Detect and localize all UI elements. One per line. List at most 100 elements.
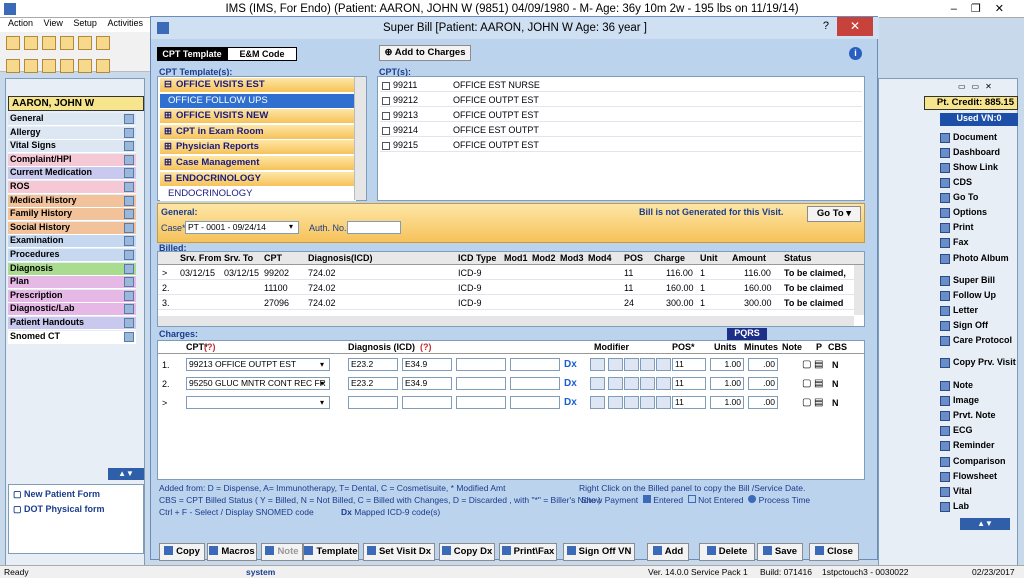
left-nav-item[interactable]: Diagnostic/Lab [8,303,136,317]
charge-modifier-input[interactable] [624,396,639,409]
toolbar-icon[interactable] [6,36,20,50]
left-nav-item[interactable]: Complaint/HPI [8,153,136,167]
right-nav-item[interactable]: Follow Up [940,290,1018,301]
left-nav-item[interactable]: Current Medication [8,167,136,181]
charge-dx4-input[interactable] [510,396,560,409]
charge-modifier-input[interactable] [656,358,671,371]
cpt-template-item[interactable]: ⊞ Physician Reports [160,140,356,155]
charge-modifier-input[interactable] [640,396,655,409]
charge-cpt-input[interactable] [186,396,330,409]
charge-pos-input[interactable]: 11 [672,396,706,409]
charge-pos-input[interactable]: 11 [672,377,706,390]
cpt-template-item[interactable]: ⊞ CPT in Exam Room [160,124,356,139]
left-nav-item[interactable]: Snomed CT [8,330,136,344]
charge-row[interactable]: 1. 99213 OFFICE OUTPT EST ▾ E23.2 E34.9 Dx 11 1… [158,357,864,374]
billed-scrollbar[interactable] [854,265,864,315]
left-scroll-arrows[interactable]: ▲▼ [108,468,144,480]
toolbar-icon[interactable] [96,59,110,73]
note-icon[interactable]: ▢ [802,359,811,370]
left-nav-item[interactable]: Examination [8,235,136,249]
charge-cpt-dropdown-icon[interactable]: ▾ [320,398,324,407]
charge-minutes-input[interactable]: .00 [748,396,778,409]
cpt-template-item[interactable]: ⊟ ENDOCRINOLOGY [160,171,356,186]
charge-modifier-input[interactable] [656,396,671,409]
left-nav-item[interactable]: General [8,113,136,126]
cpt-template-item[interactable]: ⊟ OFFICE VISITS EST [160,78,356,92]
left-nav-item[interactable]: Patient Handouts [8,317,136,330]
right-nav-item[interactable]: Print [940,222,1018,233]
charge-dx2-input[interactable]: E34.9 [402,358,452,371]
right-nav-item[interactable]: Prvt. Note [940,410,1018,421]
charge-modifier-input[interactable] [608,377,623,390]
toolbar-icon[interactable] [24,36,38,50]
add-button[interactable]: Add [647,543,689,561]
info-icon[interactable]: i [849,47,862,60]
cpt-row[interactable]: 99211 OFFICE EST NURSE [380,78,862,92]
goto-button[interactable]: Go To ▾ [807,206,861,222]
left-nav-item[interactable]: Social History [8,221,136,235]
right-nav-item[interactable]: CDS [940,177,1018,188]
left-nav-item[interactable]: Family History [8,208,136,222]
charge-row[interactable]: > ▾ Dx 11 1.00 .00 ▢ ▤ N [158,395,864,412]
tree-toggle-icon[interactable]: ⊞ [164,141,172,152]
right-nav-item[interactable]: Sign Off [940,320,1018,331]
print-icon[interactable]: ▤ [814,359,823,370]
toolbar-icon[interactable] [60,36,74,50]
note-button[interactable]: Note [261,543,303,561]
charge-dx4-input[interactable] [510,377,560,390]
cpt-checkbox[interactable] [382,96,390,105]
print-fax-button[interactable]: Print\Fax [499,543,557,561]
cpt-template-item[interactable]: OFFICE FOLLOW UPS [160,93,356,108]
toolbar-icon[interactable] [78,59,92,73]
right-nav-item[interactable]: Photo Album [940,253,1018,264]
cpt-row[interactable]: 99215 OFFICE OUTPT EST [380,138,862,152]
charge-cpt-input[interactable]: 99213 OFFICE OUTPT EST [186,358,330,371]
charge-modifier-input[interactable] [590,358,605,371]
right-nav-item[interactable]: Super Bill [940,275,1018,286]
case-dropdown-icon[interactable]: ▾ [289,222,293,231]
right-nav-item[interactable]: ECG [940,425,1018,436]
toolbar-icon[interactable] [6,59,20,73]
charge-dx3-input[interactable] [456,358,506,371]
left-nav-item[interactable]: Vital Signs [8,140,136,154]
tree-toggle-icon[interactable]: ⊟ [164,173,172,184]
toolbar-icon[interactable] [78,36,92,50]
charge-dx3-input[interactable] [456,377,506,390]
tab-cpt-template[interactable]: CPT Template [157,47,227,61]
cpt-template-item[interactable]: ⊞ OFFICE VISITS NEW [160,109,356,124]
note-icon[interactable]: ▢ [802,397,811,408]
form-new-patient[interactable]: ▢ New Patient Form [9,485,143,504]
charge-minutes-input[interactable]: .00 [748,377,778,390]
right-window-controls[interactable]: ▭▭✕ [958,82,1014,92]
right-nav-item[interactable]: Care Protocol [940,335,1018,346]
cpt-row[interactable]: 99213 OFFICE OUTPT EST [380,108,862,122]
menu-view[interactable]: View [44,18,63,28]
right-scroll-arrows[interactable]: ▲▼ [960,518,1010,530]
charge-modifier-input[interactable] [640,377,655,390]
charge-dx4-input[interactable] [510,358,560,371]
charge-modifier-input[interactable] [590,396,605,409]
menu-setup[interactable]: Setup [73,18,97,28]
charge-dx1-input[interactable]: E23.2 [348,377,398,390]
left-nav-item[interactable]: Medical History [8,194,136,208]
left-nav-item[interactable]: ROS [8,181,136,194]
add-to-charges-button[interactable]: ⊕ Add to Charges [379,45,471,61]
help-button[interactable]: ? [823,20,829,32]
dialog-close-button[interactable]: ✕ [837,17,873,36]
right-nav-item[interactable]: Lab [940,501,1018,512]
charge-pos-input[interactable]: 11 [672,358,706,371]
cpt-row[interactable]: 99212 OFFICE OUTPT EST [380,93,862,107]
toolbar-icon[interactable] [60,59,74,73]
right-nav-item[interactable]: Fax [940,237,1018,248]
charge-modifier-input[interactable] [624,377,639,390]
charge-modifier-input[interactable] [590,377,605,390]
cpt-row[interactable]: 99214 OFFICE EST OUTPT [380,123,862,137]
right-nav-item[interactable]: Copy Prv. Visit [940,357,1018,368]
charge-dx1-input[interactable] [348,396,398,409]
note-icon[interactable]: ▢ [802,378,811,389]
set-visit-dx-button[interactable]: Set Visit Dx [363,543,435,561]
left-nav-item[interactable]: Allergy [8,126,136,140]
macros-button[interactable]: Macros [207,543,257,561]
sign-off-vn-button[interactable]: Sign Off VN [563,543,635,561]
left-nav-item[interactable]: Diagnosis [8,262,136,276]
